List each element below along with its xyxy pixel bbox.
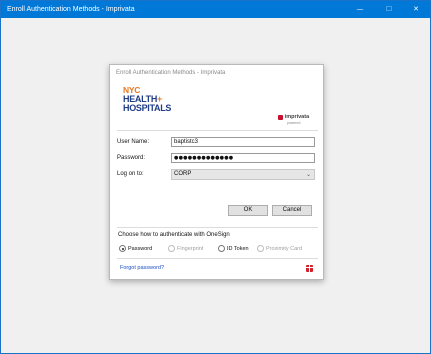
- radio-dot: [119, 245, 126, 252]
- dialog-title: Enroll Authentication Methods - Imprivat…: [116, 70, 226, 76]
- radio-label: Proximity Card: [266, 245, 303, 252]
- username-field[interactable]: baptistc3: [171, 137, 315, 147]
- radio-password[interactable]: Password: [119, 245, 152, 252]
- imprivata-name: imprivata: [284, 114, 310, 120]
- radio-fingerprint[interactable]: Fingerprint: [168, 245, 203, 252]
- logon-domain-select[interactable]: CORP ⌄: [171, 169, 315, 180]
- footer-divider: [117, 258, 318, 259]
- gift-icon[interactable]: [306, 265, 313, 272]
- radio-proximity-card[interactable]: Proximity Card: [257, 245, 302, 252]
- password-label: Password:: [117, 155, 146, 161]
- radio-label: Password: [128, 245, 153, 252]
- close-button[interactable]: ✕: [402, 1, 430, 18]
- enroll-dialog: Enroll Authentication Methods - Imprivat…: [109, 64, 324, 280]
- maximize-button[interactable]: ☐: [375, 1, 403, 18]
- minimize-button[interactable]: —: [346, 1, 374, 18]
- radio-label: ID Token: [227, 245, 249, 252]
- radio-dot: [168, 245, 175, 252]
- header-divider: [117, 130, 318, 131]
- username-label: User Name:: [117, 139, 150, 145]
- auth-divider: [117, 227, 318, 228]
- auth-method-heading: Choose how to authenticate with OneSign: [118, 232, 230, 238]
- window-title: Enroll Authentication Methods - Imprivat…: [7, 6, 135, 13]
- logon-domain-value: CORP: [174, 171, 192, 177]
- imprivata-mark-icon: [278, 114, 283, 120]
- imprivata-logo: imprivata powered: [278, 114, 318, 125]
- radio-dot: [218, 245, 225, 252]
- radio-id-token[interactable]: ID Token: [218, 245, 249, 252]
- logon-label: Log on to:: [117, 171, 144, 177]
- ok-button[interactable]: OK: [228, 205, 268, 216]
- imprivata-sub: powered: [287, 120, 301, 125]
- cancel-button[interactable]: Cancel: [272, 205, 312, 216]
- forgot-password-link[interactable]: Forgot password?: [120, 265, 164, 271]
- app-window: Enroll Authentication Methods - Imprivat…: [0, 0, 431, 354]
- password-field[interactable]: ●●●●●●●●●●●●●: [171, 153, 315, 163]
- window-titlebar[interactable]: Enroll Authentication Methods - Imprivat…: [1, 1, 430, 18]
- chevron-down-icon[interactable]: ⌄: [306, 170, 311, 179]
- radio-label: Fingerprint: [177, 245, 204, 252]
- nyc-health-hospitals-logo: NYC HEALTH+ HOSPITALS: [123, 86, 171, 113]
- logo-line-hospitals: HOSPITALS: [123, 103, 172, 113]
- radio-dot: [257, 245, 264, 252]
